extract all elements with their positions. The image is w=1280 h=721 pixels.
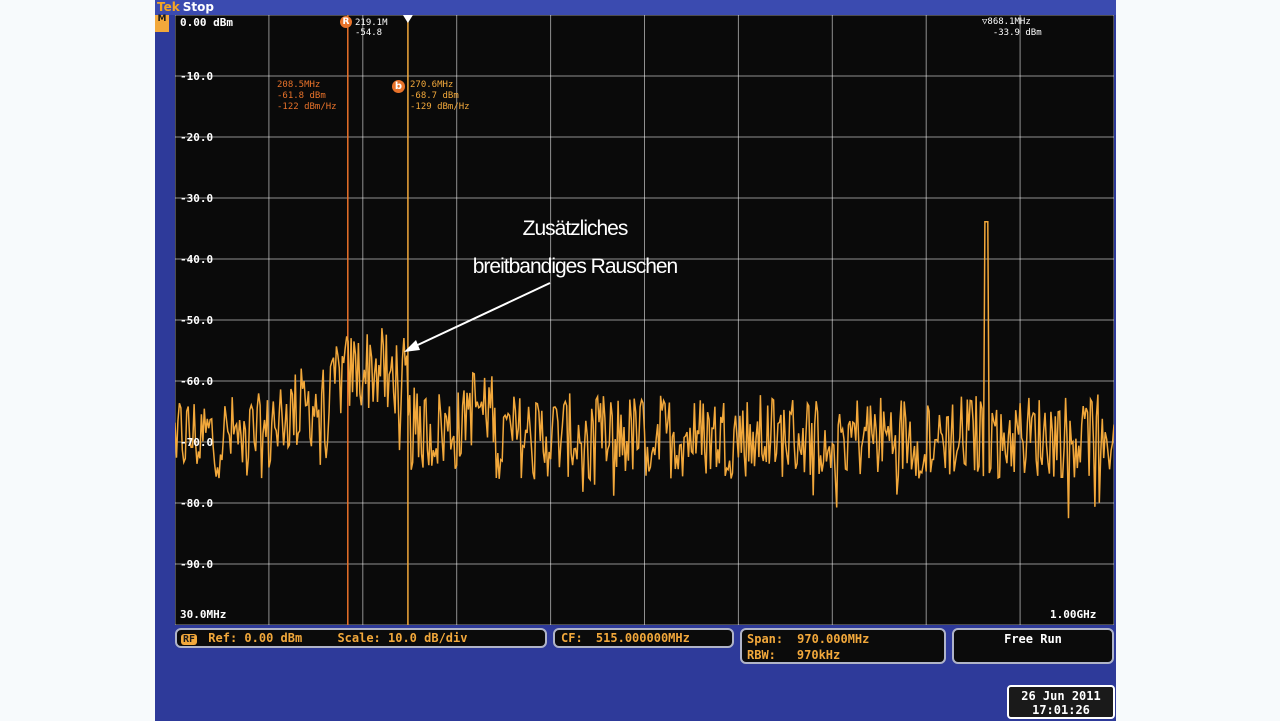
rbw-label: RBW: xyxy=(747,648,776,662)
y-tick-7: -70.0 xyxy=(180,436,214,449)
y-tick-8: -80.0 xyxy=(180,497,214,510)
title-bar xyxy=(155,0,1116,15)
span-rbw-settings[interactable]: Span: 970.000MHz RBW: 970kHz xyxy=(740,628,946,664)
marker-b-freq: 270.6MHz xyxy=(410,80,454,90)
marker-a-level: -61.8 dBm xyxy=(277,91,326,101)
reference-level: Ref: 0.00 dBm xyxy=(208,631,303,645)
cf-label: CF: xyxy=(561,631,583,645)
rf-badge: RF xyxy=(181,634,198,645)
y-tick-4: -40.0 xyxy=(180,253,214,266)
y-tick-5: -50.0 xyxy=(180,314,214,327)
run-mode: Free Run xyxy=(1004,632,1062,646)
y-tick-3: -30.0 xyxy=(180,192,214,205)
marker-b-density: -129 dBm/Hz xyxy=(410,102,470,112)
marker-b-readout: 270.6MHz -68.7 dBm -129 dBm/Hz xyxy=(410,80,470,113)
ref-marker-level: -54.8 xyxy=(355,28,383,38)
trigger-mode-button[interactable]: Free Run xyxy=(952,628,1114,664)
peak-marker-level: -33.9 dBm xyxy=(992,28,1042,38)
peak-marker-readout: ▽868.1MHz -33.9 dBm xyxy=(982,17,1042,38)
noise-annotation: Zusätzliches breitbandiges Rauschen xyxy=(445,210,705,286)
y-tick-6: -60.0 xyxy=(180,375,214,388)
math-channel-badge[interactable]: M xyxy=(155,15,169,32)
brand-label: Tek Stop xyxy=(157,0,214,15)
time-text: 17:01:26 xyxy=(1032,703,1090,717)
y-tick-0: 0.00 dBm xyxy=(180,16,233,29)
start-frequency: 30.0MHz xyxy=(180,608,227,621)
y-tick-9: -90.0 xyxy=(180,558,214,571)
annotation-line-1: Zusätzliches xyxy=(522,217,629,240)
y-tick-2: -20.0 xyxy=(180,131,214,144)
stop-frequency: 1.00GHz xyxy=(1050,608,1097,621)
y-tick-1: -10.0 xyxy=(180,70,214,83)
cf-value: 515.000000MHz xyxy=(595,631,690,645)
span-label: Span: xyxy=(747,632,784,646)
brand-name: Tek xyxy=(157,0,180,14)
ref-marker-readout: 219.1M -54.8 xyxy=(355,18,388,38)
center-frequency-setting[interactable]: CF: 515.000000MHz xyxy=(553,628,734,648)
ref-marker-freq: 219.1M xyxy=(355,18,388,28)
math-channel-label: M xyxy=(157,14,167,24)
marker-a-readout: 208.5MHz -61.8 dBm -122 dBm/Hz xyxy=(277,80,337,113)
marker-a-freq: 208.5MHz xyxy=(277,80,321,90)
vertical-scale: Scale: 10.0 dB/div xyxy=(337,631,468,645)
marker-b-level: -68.7 dBm xyxy=(410,91,459,101)
span-value: 970.000MHz xyxy=(797,632,870,646)
marker-a-density: -122 dBm/Hz xyxy=(277,102,337,112)
rbw-value: 970kHz xyxy=(796,648,841,662)
peak-marker-freq: 868.1MHz xyxy=(987,17,1031,27)
acquisition-state: Stop xyxy=(182,0,214,14)
reference-settings[interactable]: RF Ref: 0.00 dBm Scale: 10.0 dB/div xyxy=(175,628,547,648)
date-text: 26 Jun 2011 xyxy=(1021,689,1101,703)
annotation-line-2: breitbandiges Rauschen xyxy=(472,255,679,278)
ref-marker-badge[interactable]: R xyxy=(340,16,352,28)
date-time-display: 26 Jun 2011 17:01:26 xyxy=(1007,685,1115,719)
marker-b-badge[interactable]: b xyxy=(392,80,405,93)
